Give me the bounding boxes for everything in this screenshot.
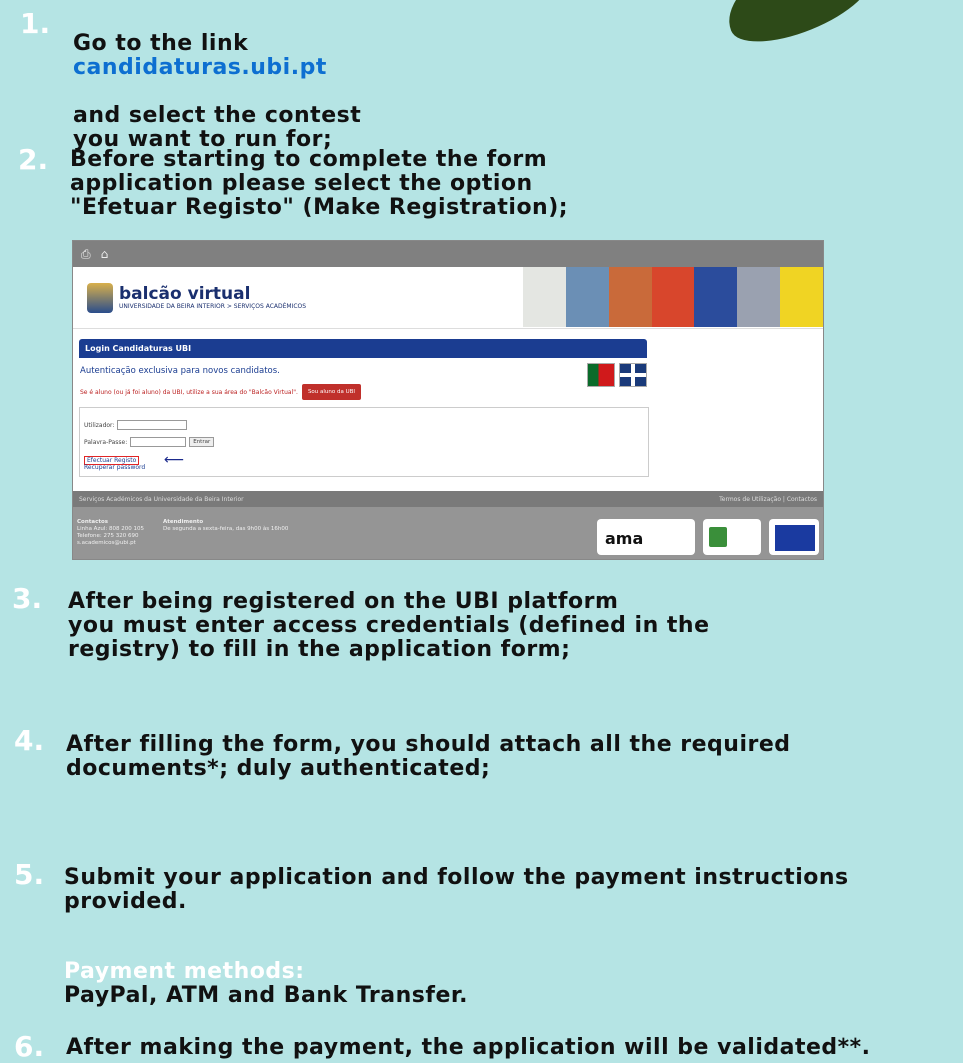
- ama-logo: ama: [597, 519, 695, 555]
- arrow-left-icon: ⟵: [164, 452, 185, 468]
- ubi-crest-logo: [87, 282, 113, 313]
- contacts-phone-blue: Linha Azul: 808 200 105: [77, 526, 144, 532]
- user-input[interactable]: [117, 420, 188, 430]
- login-warning: Se é aluno (ou já foi aluno) da UBI, uti…: [80, 384, 647, 400]
- contacts-title: Contactos: [77, 519, 109, 525]
- step-3-number: 3.: [12, 582, 43, 615]
- contacts-block: Contactos Linha Azul: 808 200 105 Telefo…: [77, 519, 144, 547]
- footer-right-links[interactable]: Termos de Utilização | Contactos: [719, 496, 817, 503]
- step-5-number: 5.: [14, 858, 45, 891]
- login-box: Login Candidaturas UBI Autenticação excl…: [79, 339, 647, 400]
- leaf-decoration: [714, 0, 882, 58]
- payment-methods: Payment methods: PayPal, ATM and Bank Tr…: [64, 936, 468, 1008]
- brand-subtitle: UNIVERSIDADE DA BEIRA INTERIOR > SERVIÇO…: [119, 303, 307, 310]
- hours-text: De segunda a sexta-feira, das 9h00 às 16…: [163, 526, 289, 532]
- step-6-number: 6.: [14, 1030, 45, 1063]
- payment-methods-value: PayPal, ATM and Bank Transfer.: [64, 983, 468, 1008]
- portugal-flag-icon[interactable]: [587, 363, 615, 387]
- step-1-intro: Go to the link: [73, 31, 249, 56]
- login-form: Utilizador: Palavra-Passe: Entrar Efectu…: [79, 407, 649, 477]
- candidaturas-link[interactable]: candidaturas.ubi.pt: [73, 56, 361, 80]
- step-3-text: After being registered on the UBI platfo…: [68, 589, 710, 662]
- password-input[interactable]: [130, 437, 187, 447]
- login-title: Login Candidaturas UBI: [79, 339, 647, 358]
- footer-bar: Serviços Académicos da Universidade da B…: [73, 491, 823, 507]
- student-button[interactable]: Sou aluno da UBI: [301, 384, 362, 400]
- brand-title: balcão virtual: [119, 284, 251, 304]
- step-6-text: After making the payment, the applicatio…: [66, 1035, 871, 1060]
- ubi-login-screenshot: ⎙ ⌂ balcão virtual UNIVERSIDADE DA BEIRA…: [72, 240, 824, 560]
- step-1-number: 1.: [20, 7, 51, 40]
- footer-left-text: Serviços Académicos da Universidade da B…: [79, 495, 244, 503]
- step-1-outro: and select the contest you want to run f…: [73, 103, 362, 152]
- contacts-phone: Telefone: 275 320 690: [77, 533, 139, 539]
- footer: Contactos Linha Azul: 808 200 105 Telefo…: [73, 507, 823, 559]
- step-2-number: 2.: [18, 143, 49, 176]
- contacts-email[interactable]: s.academicos@ubi.pt: [77, 540, 144, 547]
- screenshot-topbar: ⎙ ⌂: [73, 241, 823, 267]
- step-5-text: Submit your application and follow the p…: [64, 865, 849, 914]
- payment-methods-label: Payment methods:: [64, 959, 305, 984]
- user-row: Utilizador:: [84, 420, 188, 430]
- step-2-text: Before starting to complete the form app…: [70, 147, 569, 220]
- home-icon[interactable]: ⌂: [101, 247, 109, 261]
- user-label: Utilizador:: [84, 421, 115, 429]
- qren-logo: [703, 519, 761, 555]
- login-warning-text: Se é aluno (ou já foi aluno) da UBI, uti…: [80, 388, 298, 396]
- step-4-number: 4.: [14, 724, 45, 757]
- print-icon[interactable]: ⎙: [81, 247, 91, 262]
- password-row: Palavra-Passe: Entrar: [84, 437, 215, 447]
- screenshot-header: balcão virtual UNIVERSIDADE DA BEIRA INT…: [73, 267, 823, 329]
- language-flags: [587, 363, 647, 387]
- eu-logo: [769, 519, 819, 555]
- recover-password-link[interactable]: Recuperar password: [84, 464, 145, 471]
- login-heading: Autenticação exclusiva para novos candid…: [80, 366, 280, 376]
- uk-flag-icon[interactable]: [619, 363, 647, 387]
- header-buildings-image: [523, 267, 823, 327]
- hours-title: Atendimento: [163, 519, 204, 525]
- brand: balcão virtual UNIVERSIDADE DA BEIRA INT…: [119, 285, 306, 310]
- password-label: Palavra-Passe:: [84, 438, 128, 446]
- enter-button[interactable]: Entrar: [189, 437, 215, 447]
- step-4-text: After filling the form, you should attac…: [66, 732, 791, 781]
- ama-logo-text: ama: [605, 529, 644, 548]
- hours-block: Atendimento De segunda a sexta-feira, da…: [163, 519, 288, 533]
- step-1-text: Go to the link candidaturas.ubi.pt and s…: [73, 8, 361, 152]
